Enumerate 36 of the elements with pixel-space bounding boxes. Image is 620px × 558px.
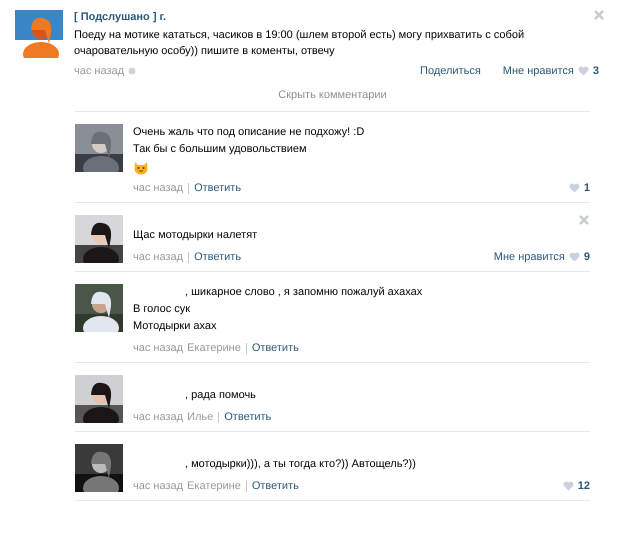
- comment-text: В голос сук: [133, 302, 192, 317]
- comment-text: Мотодырки ахах: [133, 319, 218, 334]
- heart-icon[interactable]: [568, 183, 580, 193]
- comment-text: , рада помочь: [184, 388, 257, 403]
- reply-link[interactable]: Ответить: [188, 182, 242, 194]
- reply-link[interactable]: Ответить: [246, 480, 299, 492]
- comment-text: Щас мотодырки налетят: [133, 228, 258, 243]
- pin-icon: [128, 66, 136, 76]
- comment-text: Так бы с большим удовольствием: [133, 142, 308, 157]
- timestamp: час назад: [133, 411, 184, 423]
- heart-icon[interactable]: [578, 66, 589, 76]
- like-count: 12: [578, 480, 590, 492]
- reply-link[interactable]: Ответить: [218, 412, 272, 422]
- timestamp: час назад: [133, 480, 184, 492]
- comment-text: Очень жаль что под описание не подхожу! :D: [133, 125, 366, 140]
- like-link[interactable]: Мне нравится: [502, 65, 574, 77]
- timestamp: час назад: [133, 182, 184, 194]
- author-link[interactable]: [ Подслушано ] г.: [74, 11, 166, 23]
- timestamp: час назад: [74, 65, 124, 77]
- heart-icon[interactable]: [562, 481, 574, 491]
- post-text: Поеду на мотике кататься, часиков в 19:00 (шлем второй есть) могу прихватить с собой очаровательную особу)) пишите в коменты, отвечу: [74, 28, 526, 59]
- like-count: 9: [584, 251, 590, 263]
- reply-link[interactable]: Ответить: [188, 252, 242, 262]
- timestamp: час назад: [133, 251, 184, 263]
- like-count: 3: [592, 65, 599, 77]
- like-link[interactable]: Мне нравится: [494, 251, 565, 263]
- share-link[interactable]: Поделиться: [420, 65, 481, 77]
- close-icon[interactable]: [594, 10, 604, 20]
- close-icon[interactable]: [579, 215, 589, 225]
- heart-icon[interactable]: [568, 252, 580, 262]
- reply-link[interactable]: Ответить: [246, 342, 299, 354]
- like-count: 1: [584, 182, 590, 194]
- comment-text: , мотодырки))), а ты тогда кто?)) Автощель?)): [184, 457, 417, 472]
- comment-text: , шикарное слово , я запомню пожалуй ахахах: [184, 285, 424, 300]
- timestamp: час назад: [133, 342, 184, 354]
- emoji-icon: [133, 159, 149, 175]
